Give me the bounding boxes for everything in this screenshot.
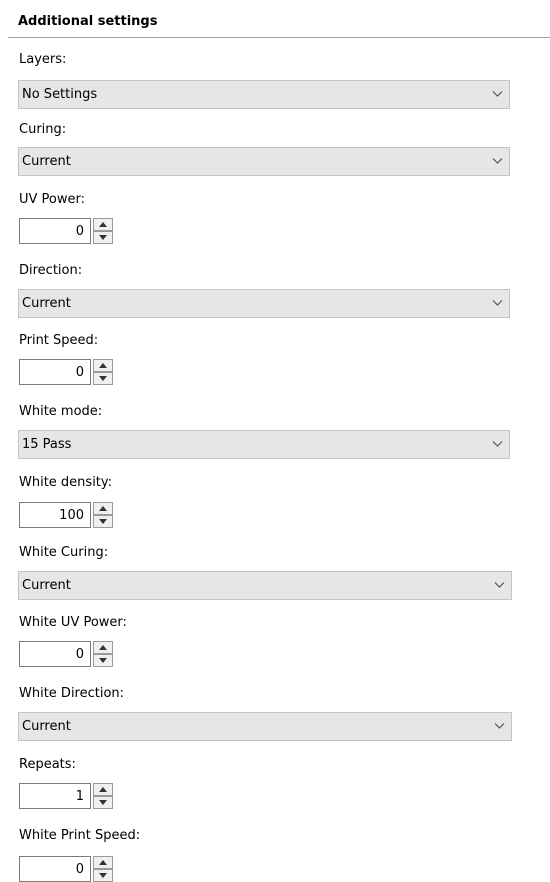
spin-down-icon: [99, 658, 107, 663]
section-header: Additional settings: [8, 0, 550, 38]
layers-label: Layers:: [19, 52, 67, 67]
section-title: Additional settings: [18, 14, 158, 29]
repeats-spinner: [93, 783, 113, 809]
spin-up-icon: [99, 363, 107, 368]
print-speed-value: 0: [75, 365, 84, 380]
white-direction-label: White Direction:: [19, 686, 125, 701]
white-print-speed-up-button[interactable]: [93, 856, 113, 869]
spin-up-icon: [99, 645, 107, 650]
white-curing-label: White Curing:: [19, 545, 109, 560]
layers-dropdown[interactable]: No Settings: [18, 80, 510, 109]
white-uv-power-input[interactable]: 0: [19, 641, 91, 667]
spin-up-icon: [99, 506, 107, 511]
curing-label: Curing:: [19, 122, 67, 137]
white-density-up-button[interactable]: [93, 502, 113, 515]
white-uv-power-label: White UV Power:: [19, 615, 127, 630]
spin-up-icon: [99, 860, 107, 865]
white-density-down-button[interactable]: [93, 515, 113, 528]
white-print-speed-spinner: [93, 856, 113, 882]
white-mode-label: White mode:: [19, 404, 103, 419]
white-direction-dropdown[interactable]: Current: [18, 712, 512, 741]
white-density-spinner: [93, 502, 113, 528]
spin-down-icon: [99, 376, 107, 381]
uv-power-label: UV Power:: [19, 192, 85, 207]
print-speed-spinner: [93, 359, 113, 385]
white-print-speed-input[interactable]: 0: [19, 856, 91, 882]
chevron-down-icon: [494, 582, 505, 588]
curing-value: Current: [22, 154, 71, 169]
white-print-speed-down-button[interactable]: [93, 869, 113, 882]
white-print-speed-value: 0: [75, 862, 84, 877]
print-speed-up-button[interactable]: [93, 359, 113, 372]
uv-power-input[interactable]: 0: [19, 218, 91, 244]
uv-power-value: 0: [75, 224, 84, 239]
spin-down-icon: [99, 235, 107, 240]
white-density-value: 100: [59, 508, 84, 523]
chevron-down-icon: [492, 441, 503, 447]
repeats-label: Repeats:: [19, 757, 76, 772]
white-uv-power-up-button[interactable]: [93, 641, 113, 654]
uv-power-up-button[interactable]: [93, 218, 113, 231]
repeats-down-button[interactable]: [93, 796, 113, 809]
spin-down-icon: [99, 800, 107, 805]
white-mode-value: 15 Pass: [22, 437, 72, 452]
white-direction-value: Current: [22, 719, 71, 734]
chevron-down-icon: [492, 158, 503, 164]
white-uv-power-spinner: [93, 641, 113, 667]
white-mode-dropdown[interactable]: 15 Pass: [18, 430, 510, 459]
white-density-input[interactable]: 100: [19, 502, 91, 528]
chevron-down-icon: [492, 91, 503, 97]
white-curing-dropdown[interactable]: Current: [18, 571, 512, 600]
white-uv-power-value: 0: [75, 647, 84, 662]
white-uv-power-down-button[interactable]: [93, 654, 113, 667]
print-speed-input[interactable]: 0: [19, 359, 91, 385]
repeats-value: 1: [75, 789, 84, 804]
uv-power-spinner: [93, 218, 113, 244]
direction-label: Direction:: [19, 263, 83, 278]
chevron-down-icon: [492, 300, 503, 306]
chevron-down-icon: [494, 723, 505, 729]
white-curing-value: Current: [22, 578, 71, 593]
print-speed-label: Print Speed:: [19, 333, 99, 348]
direction-value: Current: [22, 296, 71, 311]
spin-down-icon: [99, 519, 107, 524]
layers-value: No Settings: [22, 87, 98, 102]
white-density-label: White density:: [19, 475, 113, 490]
spin-up-icon: [99, 787, 107, 792]
print-speed-down-button[interactable]: [93, 372, 113, 385]
uv-power-down-button[interactable]: [93, 231, 113, 244]
repeats-up-button[interactable]: [93, 783, 113, 796]
spin-up-icon: [99, 222, 107, 227]
white-print-speed-label: White Print Speed:: [19, 828, 141, 843]
direction-dropdown[interactable]: Current: [18, 289, 510, 318]
curing-dropdown[interactable]: Current: [18, 147, 510, 176]
repeats-input[interactable]: 1: [19, 783, 91, 809]
